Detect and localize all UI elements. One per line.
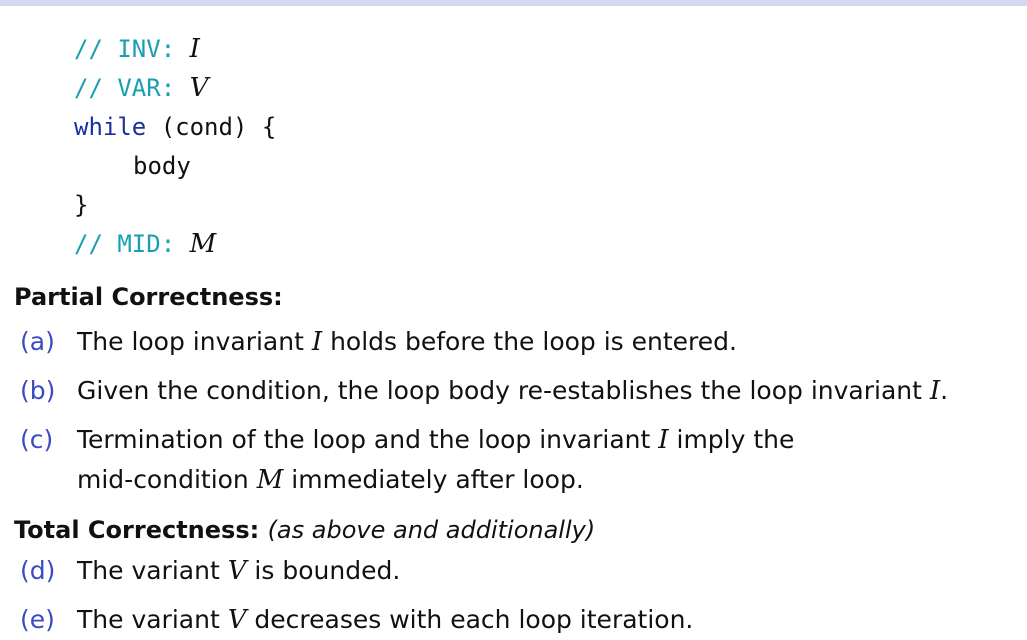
code-line-body: body: [74, 147, 276, 186]
code-line-while: while (cond) {: [74, 108, 276, 147]
item-c-symbol: I: [658, 425, 669, 455]
item-c-text-pre2: mid-condition: [77, 465, 257, 494]
item-e-text-pre: The variant: [77, 605, 228, 634]
inv-symbol: I: [189, 34, 200, 64]
loop-body: body: [133, 152, 191, 180]
mid-symbol: M: [189, 229, 217, 259]
item-c-text-pre: Termination of the loop and the loop inv…: [77, 425, 659, 454]
item-label-e: (e): [20, 605, 55, 634]
partial-correctness-list: (a) The loop invariant I holds before th…: [14, 322, 1019, 500]
correctness-text: Partial Correctness: (a) The loop invari…: [14, 276, 1019, 640]
code-line-inv: // INV: I: [74, 30, 276, 69]
var-symbol: V: [189, 73, 209, 103]
slide-top-bar: [0, 0, 1027, 6]
code-line-close: }: [74, 186, 276, 225]
code-line-mid: // MID: M: [74, 225, 276, 264]
code-block: // INV: I // VAR: V while (cond) { body …: [74, 30, 276, 264]
item-label-a: (a): [20, 327, 55, 356]
item-a-symbol: I: [311, 327, 323, 357]
total-heading-text: Total Correctness:: [14, 516, 260, 544]
partial-correctness-heading: Partial Correctness:: [14, 276, 1019, 318]
item-c-text-post2: immediately after loop.: [283, 465, 584, 494]
slide: // INV: I // VAR: V while (cond) { body …: [0, 0, 1027, 640]
item-a-text-pre: The loop invariant: [77, 327, 312, 356]
while-condition: (cond) {: [146, 113, 277, 141]
inv-comment: // INV:: [74, 35, 190, 63]
item-d-text-pre: The variant: [77, 556, 228, 585]
close-brace: }: [74, 191, 89, 219]
item-e-symbol: V: [227, 605, 247, 635]
item-label-d: (d): [20, 556, 56, 585]
item-d-symbol: V: [227, 556, 247, 586]
list-item-c: (c) Termination of the loop and the loop…: [14, 420, 1019, 500]
list-item-d: (d) The variant V is bounded.: [14, 551, 1019, 591]
item-c-symbol2: M: [256, 465, 284, 495]
item-a-text-post: holds before the loop is entered.: [322, 327, 737, 356]
item-b-text-post: .: [940, 376, 949, 405]
item-b-text-pre: Given the condition, the loop body re-es…: [77, 376, 930, 405]
partial-heading-text: Partial Correctness:: [14, 283, 283, 311]
item-label-c: (c): [20, 425, 54, 454]
total-heading-note: (as above and additionally): [267, 516, 596, 544]
total-correctness-heading: Total Correctness: (as above and additio…: [14, 509, 1019, 551]
list-item-e: (e) The variant V decreases with each lo…: [14, 600, 1019, 640]
total-correctness-list: (d) The variant V is bounded. (e) The va…: [14, 551, 1019, 640]
list-item-a: (a) The loop invariant I holds before th…: [14, 322, 1019, 362]
item-c-text-post: imply the: [668, 425, 795, 454]
list-item-b: (b) Given the condition, the loop body r…: [14, 371, 1019, 411]
item-label-b: (b): [20, 376, 56, 405]
while-keyword: while: [74, 113, 147, 141]
mid-comment: // MID:: [74, 230, 190, 258]
code-line-var: // VAR: V: [74, 69, 276, 108]
item-b-symbol: I: [929, 376, 941, 406]
var-comment: // VAR:: [74, 74, 190, 102]
item-d-text-post: is bounded.: [246, 556, 401, 585]
item-e-text-post: decreases with each loop iteration.: [246, 605, 694, 634]
